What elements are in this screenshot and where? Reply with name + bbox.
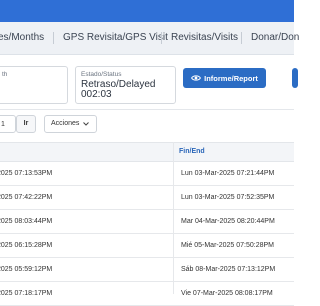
table-row[interactable]: 2025 07:18:17PM Vie 07-Mar-2025 08:08:17… (0, 282, 294, 306)
end-cell: Mar 04-Mar-2025 08:20:44PM (181, 218, 275, 225)
tab-donate[interactable]: Donar/Don (251, 22, 299, 54)
top-app-bar (0, 0, 294, 22)
status-filter-value: Retraso/Delayed 002:03 (81, 80, 155, 100)
tab-months[interactable]: es/Months (0, 22, 44, 54)
month-filter-label: th (2, 71, 8, 78)
month-filter[interactable]: th (0, 66, 68, 104)
actions-dropdown[interactable]: Acciones (44, 115, 97, 133)
start-cell: 2025 07:42:22PM (0, 194, 53, 201)
table-row[interactable]: 2025 07:42:22PM Lun 03-Mar-2025 07:52:35… (0, 186, 294, 210)
actions-label: Acciones (51, 120, 80, 127)
end-cell: Sáb 08-Mar-2025 07:13:12PM (181, 266, 276, 273)
tab-divider (53, 32, 54, 44)
start-cell: 2025 08:03:44PM (0, 218, 53, 225)
report-button-label: Informe/Report (204, 73, 258, 83)
table-header: Fin/End (0, 142, 294, 162)
table-row[interactable]: 2025 07:13:53PM Lun 03-Mar-2025 07:21:44… (0, 162, 294, 186)
status-value-line2: 002:03 (81, 89, 112, 100)
tab-gps-visit[interactable]: GPS Revisita/GPS Visit (63, 22, 168, 54)
secondary-button[interactable] (292, 68, 298, 88)
go-button[interactable]: Ir (16, 115, 36, 133)
table-row[interactable]: 2025 06:15:28PM Mié 05-Mar-2025 07:50:28… (0, 234, 294, 258)
nav-tabs: es/Months GPS Revisita/GPS Visit Revisit… (0, 22, 299, 55)
start-cell: 2025 07:13:53PM (0, 170, 53, 177)
end-cell: Mié 05-Mar-2025 07:50:28PM (181, 242, 274, 249)
eye-icon (191, 74, 202, 82)
start-cell: 2025 05:59:12PM (0, 266, 53, 273)
tab-visits[interactable]: Revisitas/Visits (171, 22, 238, 54)
divider (0, 109, 294, 110)
visits-table: Fin/End 2025 07:13:53PM Lun 03-Mar-2025 … (0, 142, 294, 306)
end-column-header[interactable]: Fin/End (179, 143, 205, 161)
report-button[interactable]: Informe/Report (183, 68, 266, 88)
end-cell: Lun 03-Mar-2025 07:21:44PM (181, 170, 275, 177)
table-row[interactable]: 2025 08:03:44PM Mar 04-Mar-2025 08:20:44… (0, 210, 294, 234)
tab-divider (241, 32, 242, 44)
status-filter[interactable]: Estado/Status Retraso/Delayed 002:03 (75, 66, 176, 104)
table-row[interactable]: 2025 05:59:12PM Sáb 08-Mar-2025 07:13:12… (0, 258, 294, 282)
column-divider (173, 142, 174, 294)
end-cell: Lun 03-Mar-2025 07:52:35PM (181, 194, 275, 201)
tab-divider (161, 32, 162, 44)
status-filter-label: Estado/Status (81, 71, 122, 78)
start-cell: 2025 06:15:28PM (0, 242, 53, 249)
page-number-input[interactable]: 1 (0, 115, 16, 133)
